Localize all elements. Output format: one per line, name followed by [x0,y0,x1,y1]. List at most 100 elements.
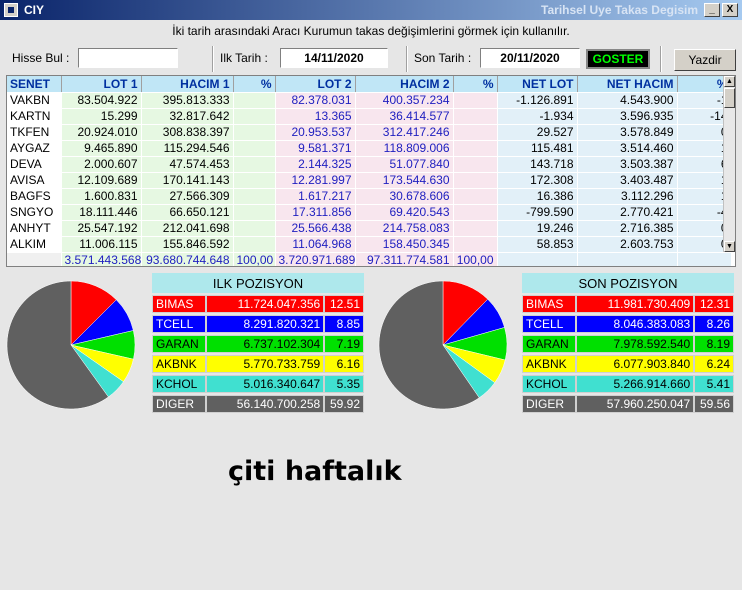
grid-cell: -799.590 [497,204,578,221]
grid-col-header[interactable]: HACIM 1 [141,76,234,93]
start-date-field[interactable]: 14/11/2020 [280,48,388,68]
table-row[interactable]: DEVA 2.000.607 47.574.453 2.144.325 51.077.8… [7,156,732,173]
grid-cell: 20.953.537 [275,124,356,141]
grid-cell: 20.924.010 [61,124,142,141]
ilk-pozisyon-title: ILK POZISYON [152,273,364,293]
grid-cell: 69.420.543 [355,204,454,221]
grid-cell: 173.544.630 [355,172,454,189]
grid-cell [453,220,498,237]
grid-cell: 29.527 [497,124,578,141]
grid-col-header[interactable]: LOT 1 [61,76,142,93]
position-row: TCELL 8.046.383.083 8.26 [522,315,734,333]
grid-cell: 25.547.192 [61,220,142,237]
grid-col-header[interactable]: SENET [7,76,62,93]
grid-cell [233,92,276,109]
table-row[interactable]: ANHYT 25.547.192 212.041.698 25.566.438 214.… [7,220,732,237]
grid-cell: 18.111.446 [61,204,142,221]
position-value: 8.291.820.321 [205,315,325,333]
separator [660,46,662,72]
data-grid[interactable]: SENET LOT 1 HACIM 1% LOT 2 HACIM 2% NET LOT NE… [6,75,736,267]
grid-cell: 30.678.606 [355,188,454,205]
grid-cell: 4.543.900 [577,92,678,109]
position-pct: 5.35 [324,375,364,393]
position-pct: 7.19 [324,335,364,353]
grid-cell [233,108,276,125]
position-value: 6.077.903.840 [575,355,695,373]
position-name: GARAN [152,335,206,353]
grid-col-header[interactable]: % [453,76,498,93]
total-cell [677,252,732,266]
close-button[interactable]: X [722,3,738,17]
grid-cell: 25.566.438 [275,220,356,237]
grid-cell [453,140,498,157]
info-text: İki tarih arasındaki Aracı Kurumun takas… [172,24,570,38]
end-date-field[interactable]: 20/11/2020 [480,48,580,68]
grid-cell: DEVA [7,156,62,173]
table-row[interactable]: ALKIM 11.006.115 155.846.592 11.064.968 158.… [7,236,732,253]
grid-cell: 3.503.387 [577,156,678,173]
son-pozisyon-pie [378,280,508,410]
scroll-up-arrow-icon[interactable]: ▲ [724,76,735,87]
grid-cell: 172.308 [497,172,578,189]
start-date-label: Ilk Tarih : [220,51,268,65]
total-cell [577,252,678,266]
goster-button[interactable]: GOSTER [586,49,650,69]
grid-col-header[interactable]: LOT 2 [275,76,356,93]
scroll-down-arrow-icon[interactable]: ▼ [724,241,735,252]
position-value: 7.978.592.540 [575,335,695,353]
grid-cell: 12.281.997 [275,172,356,189]
grid-cell: 13.365 [275,108,356,125]
table-row[interactable]: SNGYO 18.111.446 66.650.121 17.311.856 69.42… [7,204,732,221]
scroll-thumb[interactable] [724,88,735,108]
grid-cell: 1.617.217 [275,188,356,205]
grid-col-header[interactable]: % [233,76,276,93]
total-cell: 93.680.744.648 [141,252,234,266]
grid-cell: 51.077.840 [355,156,454,173]
position-name: KCHOL [152,375,206,393]
grid-cell: 3.514.460 [577,140,678,157]
grid-cell [233,204,276,221]
position-name: TCELL [522,315,576,333]
window-title: CIY [24,3,45,17]
search-input[interactable] [78,48,178,68]
position-name: BIMAS [152,295,206,313]
position-name: BIMAS [522,295,576,313]
position-pct: 8.85 [324,315,364,333]
table-row[interactable]: VAKBN 83.504.922 395.813.333 82.378.031 400.… [7,92,732,109]
grid-cell: 400.357.234 [355,92,454,109]
vertical-scrollbar[interactable]: ▲ ▼ [723,76,735,252]
position-row: KCHOL 5.266.914.660 5.41 [522,375,734,393]
position-value: 6.737.102.304 [205,335,325,353]
minimize-button[interactable]: _ [704,3,720,17]
grid-col-header[interactable]: HACIM 2 [355,76,454,93]
table-row[interactable]: BAGFS 1.600.831 27.566.309 1.617.217 30.678.… [7,188,732,205]
grid-cell [453,172,498,189]
table-row[interactable]: AVISA 12.109.689 170.141.143 12.281.997 173.… [7,172,732,189]
grid-cell: 1.600.831 [61,188,142,205]
grid-cell [233,220,276,237]
grid-cell [453,156,498,173]
total-cell: 100,00 [233,252,276,266]
grid-cell [453,188,498,205]
yazdir-button[interactable]: Yazdir [674,49,736,71]
grid-cell: BAGFS [7,188,62,205]
position-row: GARAN 6.737.102.304 7.19 [152,335,364,353]
table-row[interactable]: KARTN 15.299 32.817.642 13.365 36.414.577 -1.… [7,108,732,125]
table-row[interactable]: AYGAZ 9.465.890 115.294.546 9.581.371 118.80… [7,140,732,157]
grid-cell: 32.817.642 [141,108,234,125]
grid-col-header[interactable]: NET HACIM [577,76,678,93]
grid-table: SENET LOT 1 HACIM 1% LOT 2 HACIM 2% NET LOT NE… [7,76,732,266]
grid-col-header[interactable]: NET LOT [497,76,578,93]
grid-cell: 66.650.121 [141,204,234,221]
total-cell: 3.571.443.568 [61,252,142,266]
position-row: AKBNK 5.770.733.759 6.16 [152,355,364,373]
grid-cell: 16.386 [497,188,578,205]
position-name: KCHOL [522,375,576,393]
position-pct: 8.19 [694,335,734,353]
position-pct: 5.41 [694,375,734,393]
grid-cell: ANHYT [7,220,62,237]
grid-cell: -1.126.891 [497,92,578,109]
title-bar: CIY Tarihsel Uye Takas Degisim _ X [0,0,742,20]
table-row[interactable]: TKFEN 20.924.010 308.838.397 20.953.537 312.… [7,124,732,141]
grid-cell: TKFEN [7,124,62,141]
